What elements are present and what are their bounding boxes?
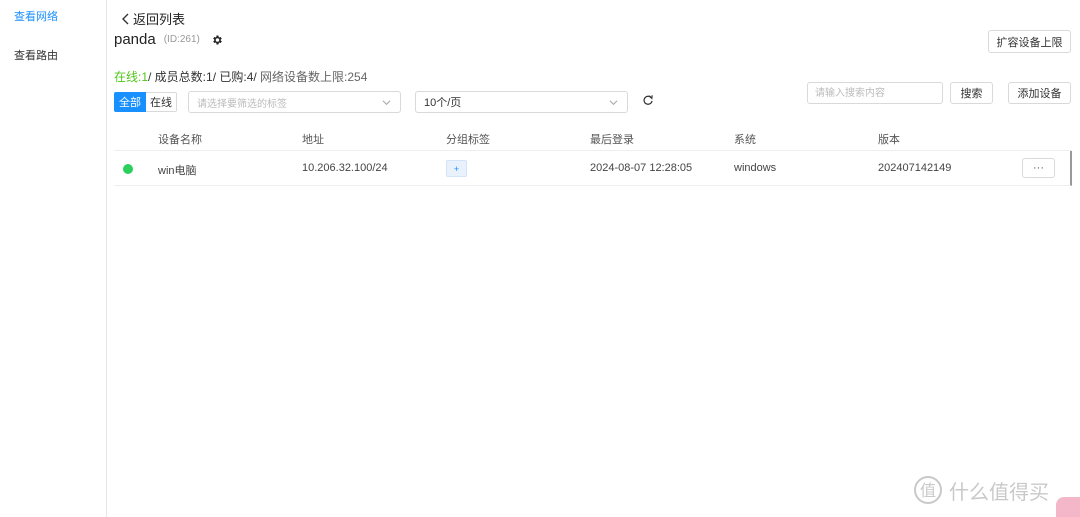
expand-device-limit-button[interactable]: 扩容设备上限 <box>988 30 1071 53</box>
chevron-down-icon <box>382 100 391 106</box>
svg-text:值: 值 <box>920 481 936 500</box>
tag-filter-select[interactable]: 请选择要筛选的标签 <box>188 91 401 113</box>
corner-badge-icon <box>1056 497 1080 517</box>
device-name: win电脑 <box>158 165 197 177</box>
add-device-button[interactable]: 添加设备 <box>1008 82 1071 104</box>
device-address: 10.206.32.100/24 <box>302 162 388 174</box>
refresh-icon[interactable] <box>642 94 654 106</box>
member-count: / 成员总数:1/ 已购:4/ <box>148 70 257 84</box>
online-count: 在线:1 <box>114 70 149 84</box>
network-id: (ID:261) <box>163 34 200 45</box>
chevron-left-icon <box>122 13 129 24</box>
device-limit: 网络设备数上限:254 <box>256 70 368 84</box>
add-tag-button[interactable]: + <box>446 160 467 177</box>
watermark: 值 什么值得买 <box>913 475 1049 505</box>
column-header-last-login: 最后登录 <box>590 134 634 146</box>
device-last-login: 2024-08-07 12:28:05 <box>590 162 693 174</box>
column-header-address: 地址 <box>302 134 324 146</box>
column-header-device-name: 设备名称 <box>158 134 202 146</box>
filter-all-button[interactable]: 全部 <box>114 92 146 112</box>
back-to-list-link[interactable]: 返回列表 <box>121 9 185 28</box>
gear-icon[interactable] <box>211 34 223 46</box>
sidebar-item-view-route[interactable]: 查看路由 <box>14 47 58 63</box>
table-header: 设备名称 地址 分组标签 最后登录 系统 版本 <box>114 124 1072 151</box>
column-header-group-tag: 分组标签 <box>446 134 490 146</box>
watermark-text: 什么值得买 <box>949 481 1049 504</box>
tag-filter-placeholder: 请选择要筛选的标签 <box>197 98 287 110</box>
search-input[interactable] <box>807 82 943 104</box>
page-size-select[interactable]: 10个/页 <box>415 91 628 113</box>
more-actions-button[interactable]: ··· <box>1022 158 1055 178</box>
column-header-system: 系统 <box>734 134 756 146</box>
main-content: 返回列表 panda (ID:261) 扩容设备上限 在线:1/ 成员总数:1/… <box>107 0 1080 517</box>
smzdm-logo-icon: 值 <box>914 476 942 504</box>
column-header-version: 版本 <box>878 134 900 146</box>
back-label: 返回列表 <box>133 12 186 27</box>
status-filter-segment: 全部 在线 <box>114 92 177 112</box>
table-row: win电脑 10.206.32.100/24 + 2024-08-07 12:2… <box>114 151 1072 186</box>
network-stats: 在线:1/ 成员总数:1/ 已购:4/ 网络设备数上限:254 <box>114 68 367 85</box>
network-title-row: panda (ID:261) <box>114 31 223 48</box>
sidebar: 查看网络 查看路由 <box>0 0 107 517</box>
device-system: windows <box>734 162 777 174</box>
search-button[interactable]: 搜索 <box>950 82 993 104</box>
page-size-value: 10个/页 <box>424 97 462 109</box>
network-name: panda <box>114 31 156 48</box>
sidebar-item-view-network[interactable]: 查看网络 <box>14 8 58 24</box>
chevron-down-icon <box>609 100 618 106</box>
device-version: 202407142149 <box>878 162 952 174</box>
device-table: 设备名称 地址 分组标签 最后登录 系统 版本 win电脑 10.206.32.… <box>114 124 1072 186</box>
filter-online-button[interactable]: 在线 <box>146 92 177 112</box>
online-status-dot <box>123 164 133 174</box>
